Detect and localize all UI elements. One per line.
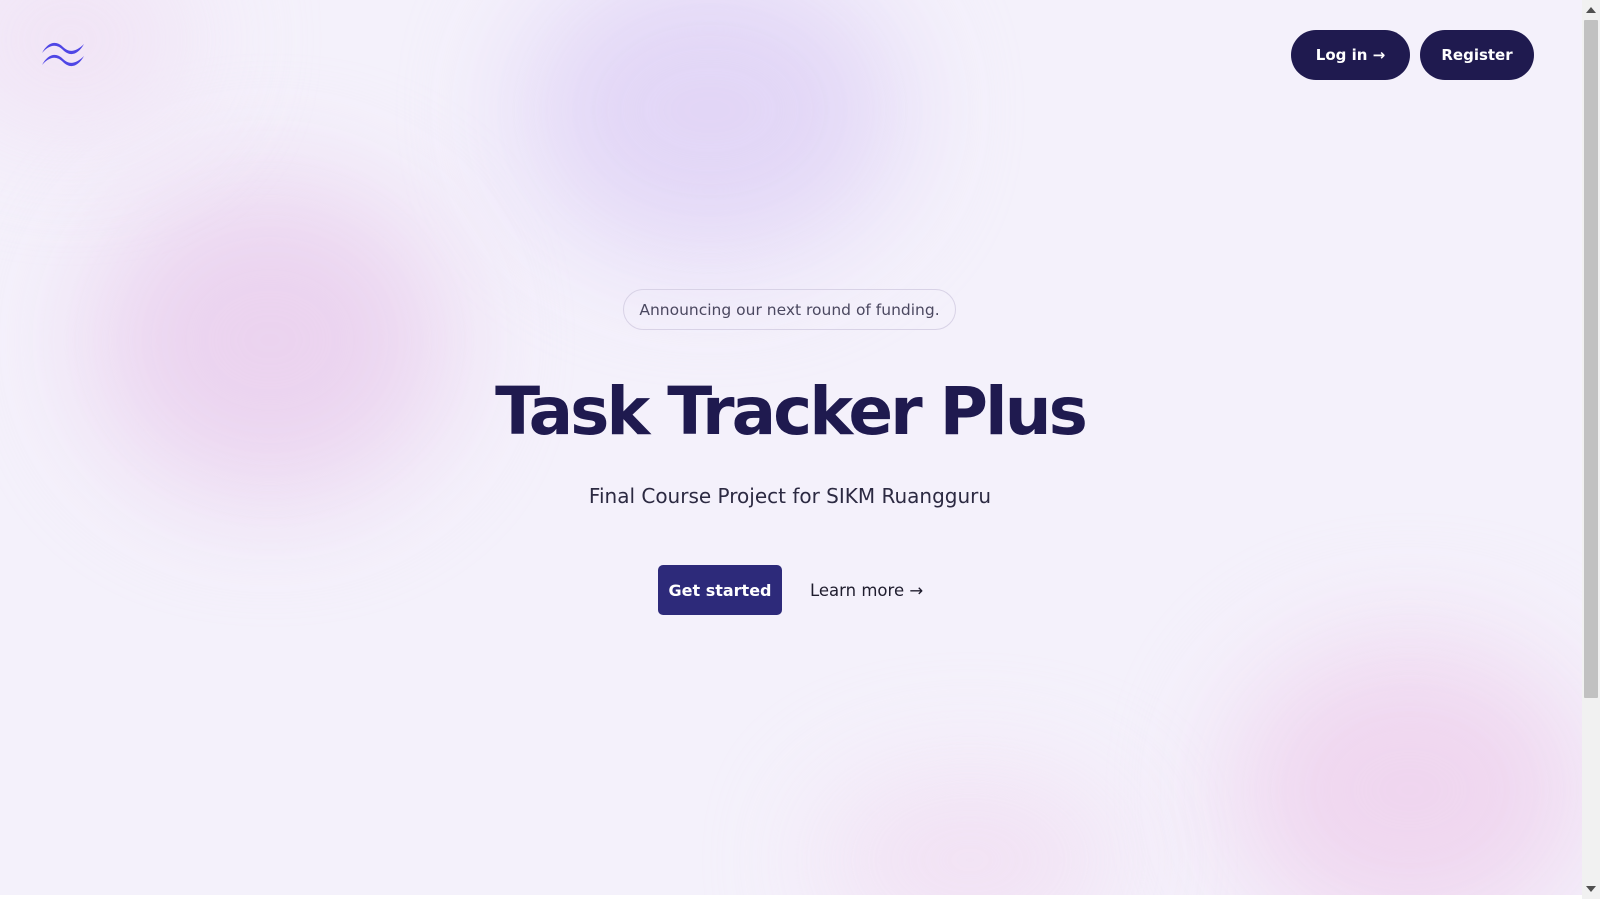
background-blob — [90, 180, 450, 500]
background-blob — [820, 780, 1120, 895]
bottom-edge — [0, 895, 1582, 899]
learn-more-link[interactable]: Learn more → — [810, 565, 923, 615]
page-title: Task Tracker Plus — [495, 373, 1088, 450]
tailwind-waves-icon[interactable] — [40, 38, 86, 70]
register-button[interactable]: Register — [1420, 30, 1534, 80]
scroll-up-arrow-icon[interactable] — [1582, 2, 1600, 18]
page-subtitle: Final Course Project for SIKM Ruangguru — [588, 484, 992, 508]
announcement-badge: Announcing our next round of funding. — [623, 289, 956, 330]
gradient-background: Log in → Register Announcing our next ro… — [0, 0, 1582, 895]
login-button[interactable]: Log in → — [1291, 30, 1410, 80]
get-started-button[interactable]: Get started — [658, 565, 782, 615]
background-blob — [520, 0, 900, 260]
scroll-down-arrow-icon[interactable] — [1582, 881, 1600, 897]
background-blob — [1230, 640, 1582, 895]
vertical-scrollbar[interactable] — [1582, 0, 1600, 899]
landing-page: Log in → Register Announcing our next ro… — [0, 0, 1600, 899]
scrollbar-thumb[interactable] — [1584, 20, 1598, 698]
background-blob — [0, 0, 200, 140]
